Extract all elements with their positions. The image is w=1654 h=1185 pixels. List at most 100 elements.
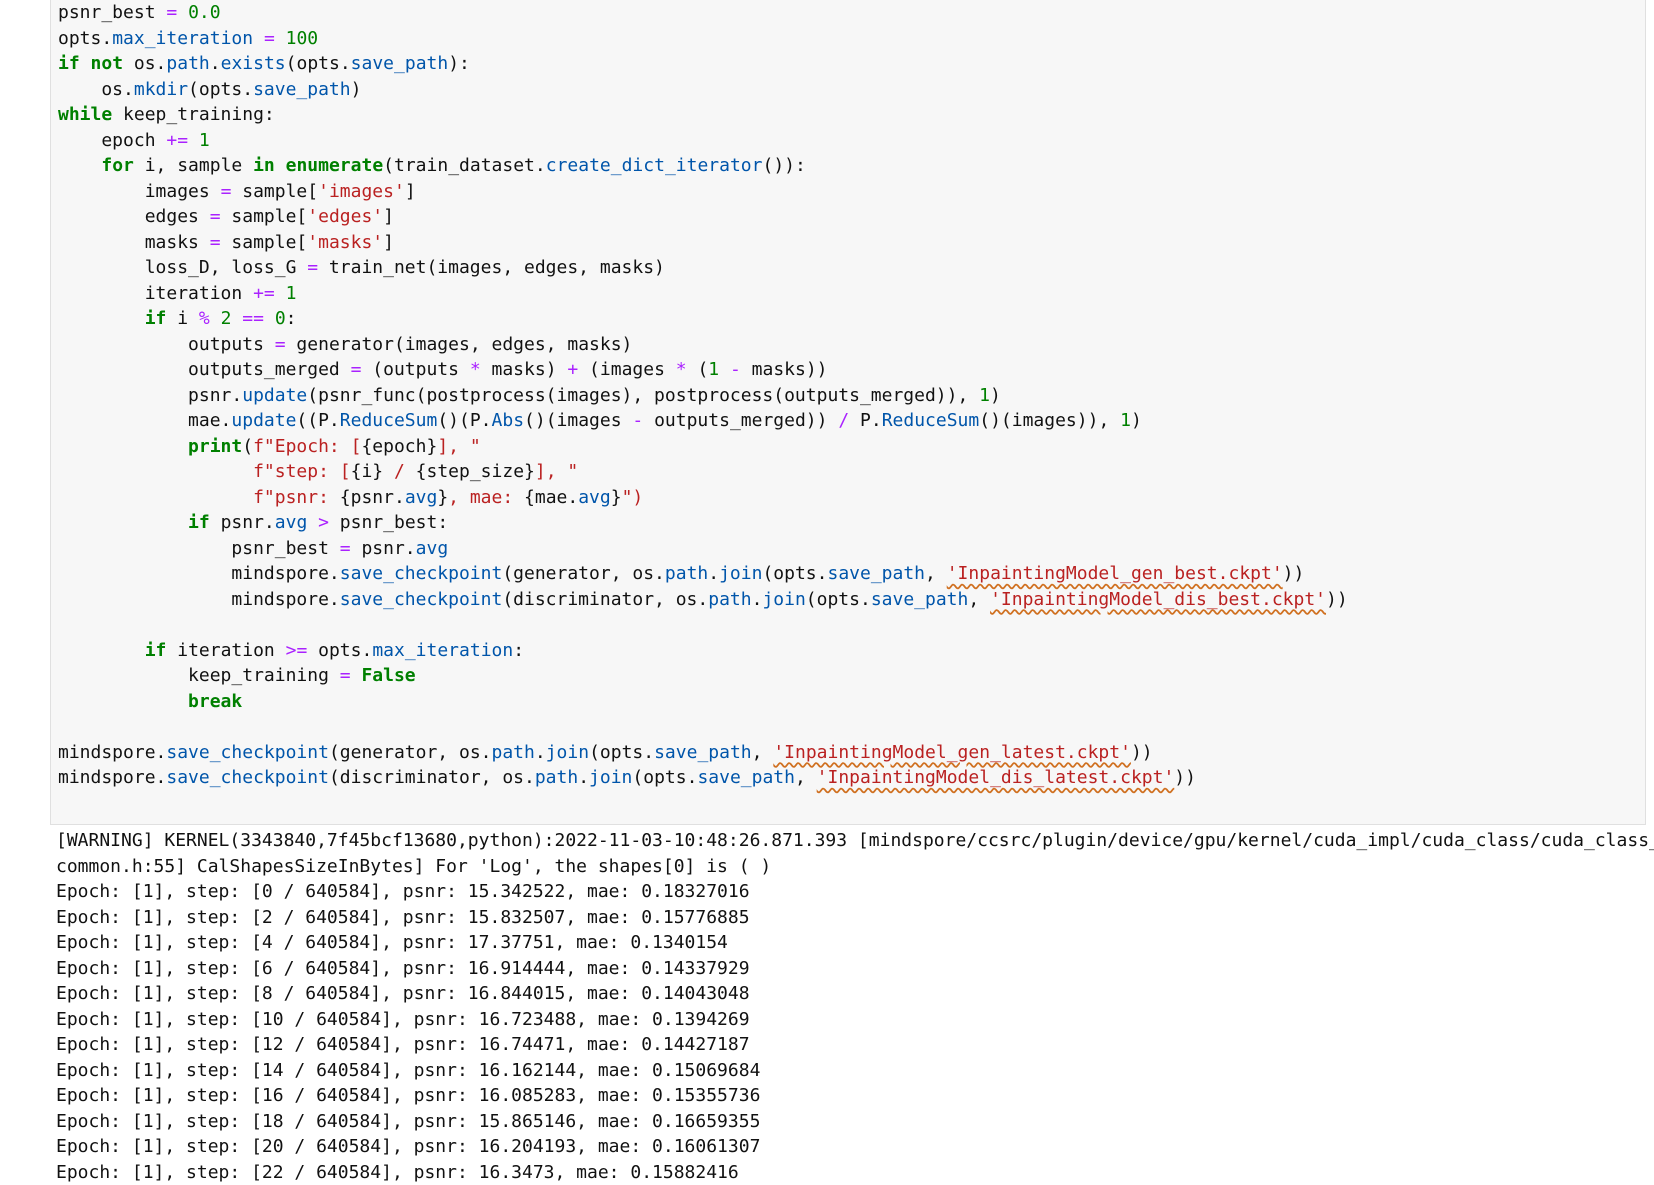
code-token: os. (123, 53, 167, 74)
code-token: i (166, 308, 199, 329)
code-line[interactable]: mindspore.save_checkpoint(discriminator,… (58, 587, 1348, 613)
code-line[interactable]: images = sample['images'] (58, 179, 1348, 205)
code-line[interactable]: opts.max_iteration = 100 (58, 26, 1348, 52)
code-token: exists (220, 53, 286, 74)
code-token: psnr_best (58, 537, 340, 559)
code-line[interactable]: psnr_best = 0.0 (58, 0, 1348, 26)
code-line[interactable] (58, 714, 1348, 740)
code-line[interactable]: mindspore.save_checkpoint(discriminator,… (58, 765, 1348, 791)
code-token: os. (58, 78, 134, 100)
code-token: keep_training: (112, 104, 275, 125)
code-token: False (361, 665, 416, 686)
code-line[interactable]: keep_training = False (58, 663, 1348, 689)
code-token: = (209, 231, 221, 253)
code-line[interactable]: masks = sample['masks'] (58, 230, 1348, 256)
code-token: (discriminator, os. (328, 767, 535, 788)
code-line[interactable]: mae.update((P.ReduceSum()(P.Abs()(images… (58, 408, 1348, 434)
code-token: i, sample (133, 155, 254, 176)
log-output-line: Epoch: [1], step: [4 / 640584], psnr: 17… (56, 932, 728, 953)
code-line[interactable]: if i % 2 == 0: (58, 306, 1348, 332)
code-token: ( (686, 359, 709, 380)
code-token: (train_dataset. (383, 155, 546, 176)
code-line[interactable]: break (58, 689, 1348, 715)
code-token: 1 (1120, 410, 1131, 431)
code-token: path (664, 563, 709, 584)
code-token: {epoch} (361, 435, 438, 457)
code-token: mindspore. (58, 588, 340, 610)
code-token: ()(images (524, 410, 633, 431)
code-token: ()(images)), (979, 410, 1121, 431)
code-line[interactable]: while keep_training: (58, 102, 1348, 128)
code-line[interactable]: if psnr.avg > psnr_best: (58, 510, 1348, 536)
code-token: mae. (58, 410, 232, 431)
code-token: in (253, 155, 275, 176)
code-token: path (491, 741, 535, 763)
code-token: >= (285, 639, 308, 661)
code-line[interactable]: epoch += 1 (58, 128, 1348, 154)
code-line[interactable]: f"psnr: {psnr.avg}, mae: {mae.avg}") (58, 485, 1348, 511)
code-token: loss_D, loss_G (58, 257, 308, 278)
code-line[interactable]: f"step: [{i} / {step_size}], " (58, 459, 1348, 485)
log-output-line: Epoch: [1], step: [22 / 640584], psnr: 1… (56, 1161, 739, 1183)
code-line[interactable]: psnr.update(psnr_func(postprocess(images… (58, 383, 1348, 409)
code-token: edges (58, 206, 210, 227)
code-line[interactable]: mindspore.save_checkpoint(generator, os.… (58, 740, 1348, 766)
code-token: psnr. (58, 384, 243, 406)
code-token: / (838, 410, 850, 431)
code-token: (psnr_func(postprocess(images), postproc… (307, 384, 980, 406)
log-output-line: Epoch: [1], step: [14 / 640584], psnr: 1… (56, 1059, 761, 1081)
code-token: , mae: (448, 486, 525, 508)
code-token: . (101, 27, 113, 49)
code-token: sample[ (220, 231, 308, 253)
code-token: . (751, 588, 763, 610)
code-line[interactable]: mindspore.save_checkpoint(generator, os.… (58, 561, 1348, 587)
code-line[interactable]: psnr_best = psnr.avg (58, 536, 1348, 562)
code-token: (generator, os. (328, 741, 492, 763)
code-editor[interactable]: psnr_best = 0.0 opts.max_iteration = 100 i… (58, 0, 1348, 791)
code-line[interactable] (58, 612, 1348, 638)
code-token: : (285, 308, 297, 329)
code-token: sample[ (220, 206, 308, 227)
code-line[interactable]: os.mkdir(opts.save_path) (58, 77, 1348, 103)
code-token: = (339, 665, 351, 686)
code-token: = (274, 333, 286, 355)
code-token: save_path (827, 563, 926, 584)
code-token: ] (383, 206, 394, 227)
code-line[interactable]: outputs = generator(images, edges, masks… (58, 332, 1348, 358)
code-token: . (578, 767, 590, 788)
code-token: psnr. (209, 512, 275, 533)
code-line[interactable]: for i, sample in enumerate(train_dataset… (58, 153, 1348, 179)
code-token: } (610, 486, 622, 508)
code-line[interactable]: loss_D, loss_G = train_net(images, edges… (58, 255, 1348, 281)
code-token: )) (1326, 588, 1348, 610)
code-line[interactable]: outputs_merged = (outputs * masks) + (im… (58, 357, 1348, 383)
code-cell[interactable]: psnr_best = 0.0 opts.max_iteration = 100 i… (50, 0, 1646, 825)
code-token: Abs (491, 410, 525, 431)
code-token: ) (1130, 410, 1142, 431)
code-line[interactable]: print(f"Epoch: [{epoch}], " (58, 434, 1348, 460)
code-line[interactable]: if iteration >= opts.max_iteration: (58, 638, 1348, 664)
code-token: . (534, 741, 546, 763)
code-token: 0 (274, 308, 286, 329)
code-line[interactable]: iteration += 1 (58, 281, 1348, 307)
code-token: 1 (198, 129, 210, 151)
code-token: for (101, 155, 134, 176)
code-token: mindspore. (58, 767, 167, 788)
code-token: 0.0 (188, 2, 221, 23)
code-line[interactable]: if not os.path.exists(opts.save_path): (58, 51, 1348, 77)
code-token: 'images' (318, 180, 405, 202)
code-token: masks) (480, 359, 568, 380)
code-line[interactable]: edges = sample['edges'] (58, 204, 1348, 230)
code-token: , (968, 588, 991, 610)
code-token: ] (404, 180, 416, 202)
code-token: save_checkpoint (339, 563, 503, 584)
code-token: ) (990, 384, 1001, 406)
log-output-line: Epoch: [1], step: [16 / 640584], psnr: 1… (56, 1085, 761, 1106)
